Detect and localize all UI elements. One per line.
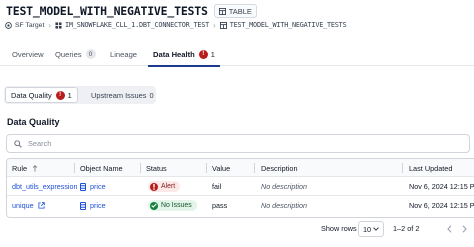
schema-grid-icon	[55, 21, 62, 29]
rule-link[interactable]: dbt_utils_expression	[12, 177, 78, 196]
column-header-rule[interactable]: Rule	[12, 159, 38, 177]
alert-icon: !	[55, 90, 65, 100]
pagination: Show rows 10 1–2 of 2	[0, 220, 474, 238]
chevron-right-icon	[462, 225, 467, 233]
tab-label: Overview	[12, 49, 44, 59]
table-header: Rule Object Name Status Value Descriptio…	[7, 159, 474, 177]
tab-lineage[interactable]: Lineage	[110, 42, 137, 66]
column-divider	[140, 163, 141, 173]
tab-bar: Overview Queries 0 Lineage Data Health !…	[0, 42, 474, 67]
breadcrumb-label: SF Target	[15, 21, 45, 29]
subtab-data-quality[interactable]: Data Quality ! 1	[5, 87, 78, 103]
type-badge-label: TABLE	[228, 6, 252, 16]
active-tab-indicator	[148, 65, 220, 67]
column-header-description[interactable]: Description	[261, 159, 298, 177]
table-type-badge: TABLE	[213, 4, 257, 18]
column-icon	[80, 201, 86, 210]
tab-overview[interactable]: Overview	[12, 42, 44, 66]
next-page-button[interactable]	[458, 223, 470, 235]
column-header-object-name[interactable]: Object Name	[80, 159, 123, 177]
check-icon	[150, 201, 158, 210]
table-icon	[219, 21, 227, 29]
column-divider	[254, 163, 255, 173]
column-divider	[402, 163, 403, 173]
chevron-right-icon: ›	[48, 20, 52, 30]
search-icon	[14, 139, 22, 148]
object-link[interactable]: price	[80, 196, 106, 215]
rows-per-page-value: 10	[363, 224, 372, 234]
chevron-right-icon: ›	[213, 20, 216, 30]
column-header-label: Value	[212, 163, 231, 173]
column-header-status[interactable]: Status	[146, 159, 167, 177]
breadcrumb-item-target[interactable]: SF Target	[5, 22, 44, 29]
tab-count-badge: 0	[85, 49, 96, 59]
column-header-value[interactable]: Value	[212, 159, 230, 177]
column-divider	[206, 163, 207, 173]
column-header-label: Last Updated	[409, 163, 453, 173]
description-cell: No description	[261, 182, 307, 191]
search-box[interactable]	[6, 134, 470, 153]
status-label: Alert	[161, 183, 176, 190]
column-header-label: Status	[146, 163, 167, 173]
subtab-count: 1	[67, 90, 72, 100]
subtab-label: Data Quality	[11, 90, 52, 100]
tab-label: Data Health	[153, 49, 195, 59]
alert-icon	[150, 182, 158, 191]
show-rows-label: Show rows	[321, 224, 357, 233]
status-badge: No Issues	[148, 200, 197, 211]
column-icon	[80, 182, 86, 191]
value-cell: pass	[212, 201, 228, 210]
subtab-count: 0	[149, 90, 154, 100]
last-updated-cell: Nov 6, 2024 12:15 PM	[409, 201, 474, 210]
tab-label: Queries	[55, 49, 82, 59]
breadcrumb-item-schema[interactable]: IM_SNOWFLAKE_CLL_1.DBT_CONNECTOR_TEST	[55, 21, 209, 29]
last-updated-cell: Nov 6, 2024 12:15 PM	[409, 182, 474, 191]
search-input[interactable]	[28, 139, 428, 148]
breadcrumb-label: IM_SNOWFLAKE_CLL_1.DBT_CONNECTOR_TEST	[65, 21, 210, 29]
rule-name: dbt_utils_expression	[12, 182, 78, 191]
health-subtabs: Data Quality ! 1 Upstream Issues 0	[4, 86, 156, 104]
status-label: No Issues	[161, 202, 192, 209]
section-title: Data Quality	[7, 117, 60, 127]
chevron-down-icon	[373, 227, 379, 231]
table-icon	[218, 7, 226, 15]
value-cell: fail	[212, 182, 222, 191]
column-header-last-updated[interactable]: Last Updated	[409, 159, 452, 177]
column-header-label: Description	[261, 163, 298, 173]
breadcrumb-label: TEST_MODEL_WITH_NEGATIVE_TESTS	[229, 21, 347, 29]
external-link-icon[interactable]	[38, 202, 45, 209]
rule-link[interactable]: unique	[12, 196, 45, 215]
data-quality-table: Rule Object Name Status Value Descriptio…	[6, 158, 474, 218]
previous-page-button[interactable]	[443, 223, 455, 235]
breadcrumb: SF Target › IM_SNOWFLAKE_CLL_1.DBT_CONNE…	[5, 20, 347, 30]
status-cell: No Issues	[148, 196, 197, 215]
object-link[interactable]: price	[80, 177, 106, 196]
subtab-upstream-issues[interactable]: Upstream Issues 0	[86, 87, 159, 103]
page-title: TEST_MODEL_WITH_NEGATIVE_TESTS	[6, 4, 208, 18]
chevron-left-icon	[446, 225, 451, 233]
table-row[interactable]: unique price No Issues pass No descripti…	[7, 196, 474, 215]
description-cell: No description	[261, 201, 307, 210]
subtab-label: Upstream Issues	[91, 90, 147, 100]
page-range: 1–2 of 2	[393, 224, 420, 233]
alert-icon: !	[198, 49, 208, 59]
target-icon	[5, 21, 12, 29]
rule-name: unique	[12, 201, 34, 210]
sort-ascending-icon[interactable]	[32, 164, 38, 172]
table-row[interactable]: dbt_utils_expression price Alert fail No…	[7, 177, 474, 196]
column-divider	[74, 163, 75, 173]
page-header: TEST_MODEL_WITH_NEGATIVE_TESTS TABLE	[6, 3, 257, 19]
tab-label: Lineage	[110, 49, 138, 59]
tab-count-badge: 1	[210, 49, 215, 59]
column-header-label: Object Name	[80, 163, 123, 173]
breadcrumb-item-table[interactable]: TEST_MODEL_WITH_NEGATIVE_TESTS	[219, 21, 347, 29]
rows-per-page-select[interactable]: 10	[358, 221, 384, 237]
status-cell: Alert	[148, 177, 181, 196]
column-header-label: Rule	[12, 163, 28, 173]
object-name: price	[90, 182, 106, 191]
object-name: price	[90, 201, 106, 210]
tab-queries[interactable]: Queries 0	[55, 42, 96, 66]
tab-data-health[interactable]: Data Health ! 1	[148, 42, 220, 67]
status-badge: Alert	[148, 181, 181, 192]
